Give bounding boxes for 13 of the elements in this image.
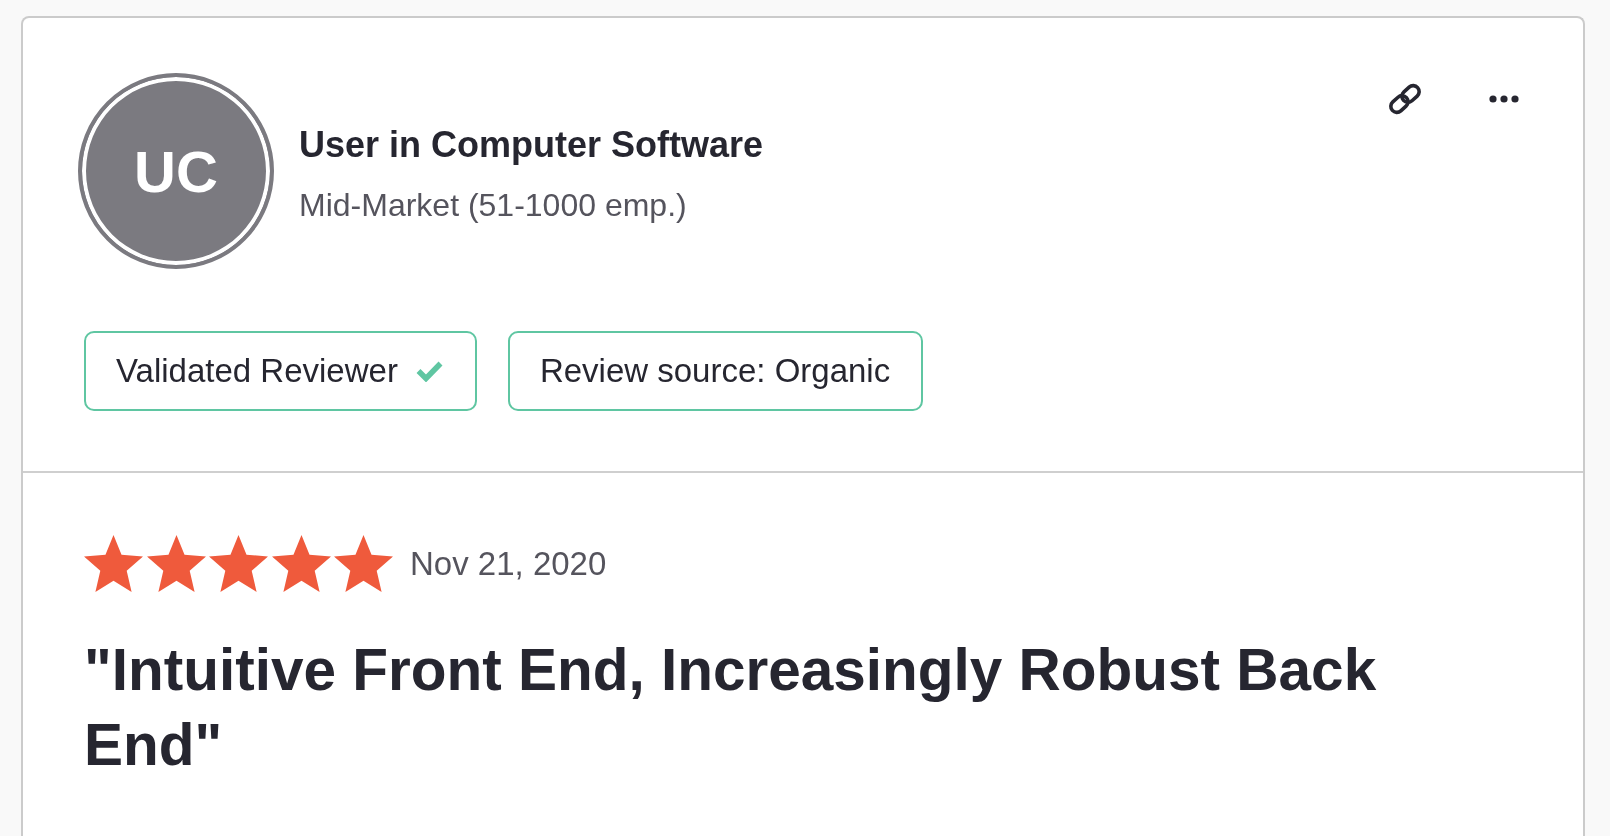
star-icon [84, 535, 143, 592]
star-icon [146, 535, 206, 592]
reviewer-title: User in Computer Software [299, 125, 764, 165]
more-icon[interactable] [1489, 95, 1519, 103]
review-date: Nov 21, 2020 [410, 543, 607, 584]
company-size-text: Mid-Market (51-1000 emp.) [299, 186, 687, 224]
badge-label: Review source: Organic [539, 351, 891, 391]
review-title: "Intuitive Front End, Increasingly Robust Back End" [84, 636, 1378, 779]
badge-label: Validated Reviewer [116, 351, 398, 391]
star-icon [271, 535, 331, 592]
star-icon [209, 535, 268, 592]
star-icon [334, 535, 393, 592]
avatar: UC [78, 73, 274, 269]
